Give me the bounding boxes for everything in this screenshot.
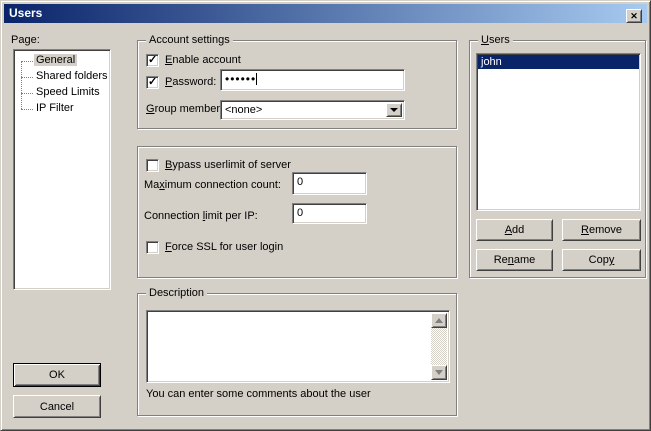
enable-account-checkbox[interactable] bbox=[146, 54, 159, 67]
tree-item-label: Speed Limits bbox=[34, 86, 102, 98]
description-title: Description bbox=[146, 287, 207, 300]
tree-item-speed-limits[interactable]: Speed Limits bbox=[34, 85, 110, 101]
users-list[interactable]: john bbox=[476, 53, 641, 211]
page-tree[interactable]: General Shared folders Speed Limits IP F… bbox=[13, 49, 111, 290]
users-group-title: Users bbox=[478, 34, 513, 47]
connection-limits-group: Bypass userlimit of server Maximum conne… bbox=[137, 146, 457, 278]
password-input[interactable]: •••••• bbox=[220, 69, 405, 91]
description-group: Description You can enter some comments … bbox=[137, 293, 457, 416]
remove-button[interactable]: Remove bbox=[562, 219, 641, 241]
password-value: •••••• bbox=[225, 72, 256, 86]
description-hint: You can enter some comments about the us… bbox=[146, 388, 371, 400]
password-checkbox[interactable] bbox=[146, 76, 159, 89]
group-membership-select[interactable]: <none> bbox=[220, 100, 405, 120]
close-icon[interactable]: ✕ bbox=[626, 9, 642, 23]
ip-limit-label: Connection limit per IP: bbox=[144, 210, 258, 222]
chevron-down-icon bbox=[390, 108, 398, 112]
tree-item-label: Shared folders bbox=[34, 70, 110, 82]
account-settings-title: Account settings bbox=[146, 34, 233, 47]
password-row: Password: bbox=[146, 75, 216, 89]
bypass-userlimit-label: Bypass userlimit of server bbox=[165, 159, 291, 171]
group-membership-value: <none> bbox=[225, 104, 262, 116]
tree-item-shared-folders[interactable]: Shared folders bbox=[34, 69, 110, 85]
enable-account-label: Enable account bbox=[165, 54, 241, 66]
tree-item-ip-filter[interactable]: IP Filter bbox=[34, 101, 110, 117]
ip-limit-input[interactable]: 0 bbox=[292, 203, 367, 224]
scroll-up-icon[interactable] bbox=[431, 313, 447, 328]
description-scrollbar[interactable] bbox=[431, 313, 447, 380]
max-connections-value: 0 bbox=[297, 176, 303, 188]
password-label: Password: bbox=[165, 76, 216, 88]
text-caret bbox=[256, 73, 257, 85]
users-dialog: Users ✕ Page: General Shared folders Spe… bbox=[0, 0, 651, 431]
max-connections-input[interactable]: 0 bbox=[292, 172, 367, 195]
tree-item-label: General bbox=[34, 54, 77, 66]
scrollbar-track[interactable] bbox=[431, 328, 447, 365]
tree-item-general[interactable]: General bbox=[34, 53, 110, 69]
users-group: Users john Add Remove Rename Copy bbox=[469, 40, 646, 278]
tree-item-label: IP Filter bbox=[34, 102, 76, 114]
title-bar[interactable]: Users ✕ bbox=[4, 4, 647, 23]
user-list-item[interactable]: john bbox=[478, 55, 639, 69]
force-ssl-row: Force SSL for user login bbox=[146, 240, 283, 254]
copy-button[interactable]: Copy bbox=[562, 249, 641, 271]
tree-connector-line bbox=[21, 61, 22, 109]
add-button[interactable]: Add bbox=[476, 219, 553, 241]
scroll-down-icon[interactable] bbox=[431, 365, 447, 380]
rename-button[interactable]: Rename bbox=[476, 249, 553, 271]
account-settings-group: Account settings Enable account Password… bbox=[137, 40, 457, 129]
page-label: Page: bbox=[11, 34, 40, 46]
cancel-button[interactable]: Cancel bbox=[13, 395, 101, 418]
bypass-userlimit-row: Bypass userlimit of server bbox=[146, 158, 291, 172]
force-ssl-label: Force SSL for user login bbox=[165, 241, 283, 253]
combo-dropdown-button[interactable] bbox=[386, 103, 402, 117]
force-ssl-checkbox[interactable] bbox=[146, 241, 159, 254]
bypass-userlimit-checkbox[interactable] bbox=[146, 159, 159, 172]
user-name: john bbox=[481, 56, 502, 68]
ok-button[interactable]: OK bbox=[13, 363, 101, 387]
window-title: Users bbox=[9, 6, 42, 20]
max-connections-label: Maximum connection count: bbox=[144, 179, 281, 191]
enable-account-row: Enable account bbox=[146, 53, 241, 67]
ip-limit-value: 0 bbox=[297, 207, 303, 219]
description-textarea[interactable] bbox=[146, 310, 450, 383]
